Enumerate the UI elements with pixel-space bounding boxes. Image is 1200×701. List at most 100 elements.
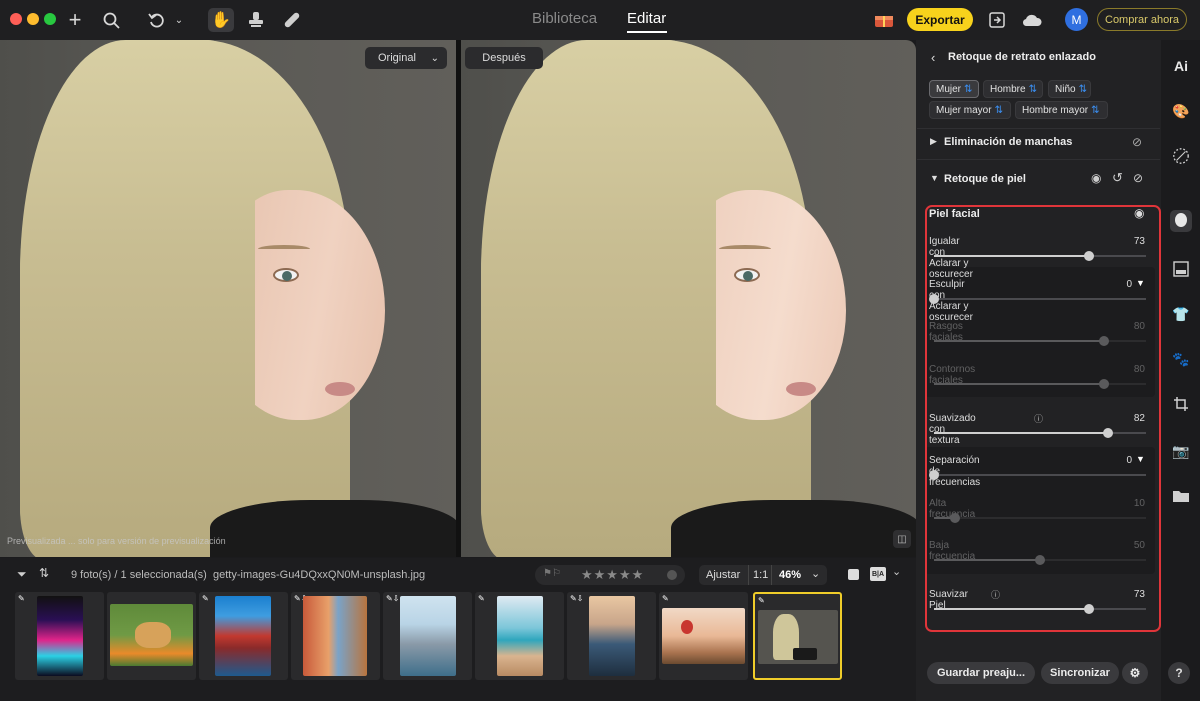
collapse-triangle-icon[interactable]: ▼ — [930, 173, 939, 183]
section-divider — [917, 128, 1160, 129]
preview-note: Previsualizada ... solo para versión de … — [7, 536, 226, 546]
preset-chip[interactable]: Niño ⇅ — [1048, 80, 1091, 98]
camera-icon[interactable]: 📷 — [1170, 440, 1192, 462]
eye-icon[interactable]: ◉ — [1091, 171, 1101, 185]
help-button[interactable]: ? — [1168, 662, 1190, 684]
before-photo[interactable] — [0, 40, 456, 557]
one-to-one-button[interactable]: 1:1 — [753, 569, 768, 581]
paw-icon[interactable]: 🐾 — [1170, 348, 1192, 370]
edited-icon: ✎⇩ — [570, 594, 584, 603]
chevron-down-icon[interactable]: ⌄ — [811, 567, 820, 580]
close-window-button[interactable] — [10, 13, 22, 25]
thumbnail[interactable]: ✎ — [15, 592, 104, 680]
edited-icon: ✎⇩ — [386, 594, 400, 603]
zoom-level[interactable]: 46% — [779, 569, 801, 581]
before-after-view-icon[interactable]: B|A — [870, 567, 886, 581]
export-button[interactable]: Exportar — [907, 8, 973, 31]
undo-icon[interactable] — [146, 8, 168, 32]
fit-button[interactable]: Ajustar — [706, 569, 740, 581]
swap-icon: ⇅ — [1091, 104, 1100, 116]
rating-bar: ⚑⚐ ★★★★★ — [535, 565, 685, 585]
after-label: Después — [465, 47, 543, 69]
single-view-icon[interactable] — [848, 569, 859, 580]
stamp-tool-icon[interactable] — [244, 8, 268, 32]
shirt-icon[interactable]: 👕 — [1170, 303, 1192, 325]
tab-editar[interactable]: Editar — [627, 10, 666, 27]
edited-icon: ✎ — [202, 594, 209, 603]
edited-icon: ✎ — [18, 594, 25, 603]
sync-settings-gear-icon[interactable]: ⚙ — [1122, 662, 1148, 684]
preset-chip[interactable]: Hombre mayor ⇅ — [1015, 101, 1108, 119]
sync-button[interactable]: Sincronizar — [1041, 662, 1119, 684]
tool-rail: Ai 🎨 👕 🐾 📷 — [1161, 40, 1200, 701]
star-rating[interactable]: ★★★★★ — [581, 567, 644, 583]
hand-tool-icon[interactable]: ✋ — [208, 8, 234, 32]
edited-icon: ✎ — [478, 594, 485, 603]
minimize-window-button[interactable] — [27, 13, 39, 25]
eraser-icon[interactable]: ⊘ — [1132, 135, 1142, 149]
ai-icon[interactable]: Ai — [1170, 55, 1192, 77]
maximize-window-button[interactable] — [44, 13, 56, 25]
before-view-select[interactable]: Original ⌄ — [365, 47, 447, 69]
export-panel-icon[interactable] — [986, 8, 1008, 32]
cloud-icon[interactable] — [1020, 8, 1044, 32]
swap-icon: ⇅ — [994, 104, 1003, 116]
thumbnail[interactable]: ✎⇩ — [567, 592, 656, 680]
swap-icon: ⇅ — [1028, 83, 1037, 95]
title-bar: + ⌄ ✋ Biblioteca Editar Exportar M Compr… — [0, 0, 1200, 40]
eraser-icon[interactable]: ⊘ — [1133, 171, 1143, 185]
palette-icon[interactable]: 🎨 — [1170, 100, 1192, 122]
gift-icon[interactable] — [872, 8, 896, 32]
thumbnail[interactable] — [107, 592, 196, 680]
reset-icon[interactable]: ↺ — [1112, 170, 1123, 186]
back-chevron-icon[interactable]: ‹ — [931, 50, 935, 65]
thumbnail[interactable]: ✎⇩ — [291, 592, 380, 680]
filter-icon[interactable]: ⏷ — [17, 567, 27, 582]
preset-chip[interactable]: Mujer ⇅ — [929, 80, 979, 98]
flag-icon[interactable]: ⚑⚐ — [543, 568, 561, 579]
filename: getty-images-Gu4DQxxQN0M-unsplash.jpg — [213, 569, 426, 581]
search-icon[interactable] — [100, 8, 122, 32]
avatar[interactable]: M — [1065, 8, 1088, 31]
panel-title: Retoque de retrato enlazado — [948, 51, 1096, 63]
section-blemish-removal[interactable]: Eliminación de manchas — [944, 136, 1072, 148]
save-preset-button[interactable]: Guardar preaju... — [927, 662, 1035, 684]
sort-icon[interactable]: ⇅ — [39, 566, 49, 580]
color-label-icon[interactable] — [667, 570, 677, 580]
buy-now-button[interactable]: Comprar ahora — [1097, 8, 1187, 31]
section-skin-retouch[interactable]: Retoque de piel — [944, 173, 1026, 185]
highlight-annotation-box — [925, 205, 1161, 632]
thumbnail-selected[interactable]: ✎ — [753, 592, 842, 680]
add-icon[interactable]: + — [64, 7, 86, 32]
chevron-down-icon[interactable]: ⌄ — [172, 8, 186, 32]
portrait-face-icon[interactable] — [1170, 210, 1192, 232]
swap-icon: ⇅ — [964, 83, 973, 95]
preset-chip[interactable]: Hombre ⇅ — [983, 80, 1043, 98]
thumbnail[interactable]: ✎ — [199, 592, 288, 680]
thumbnail[interactable]: ✎ — [475, 592, 564, 680]
preset-chip[interactable]: Mujer mayor ⇅ — [929, 101, 1011, 119]
tab-biblioteca[interactable]: Biblioteca — [532, 10, 597, 27]
gradient-grid-icon[interactable] — [1170, 258, 1192, 280]
texture-icon[interactable] — [1170, 145, 1192, 167]
after-photo[interactable] — [461, 40, 916, 557]
zoom-controls: Ajustar 1:1 46% ⌄ — [699, 565, 827, 585]
compare-view-icon[interactable]: ◫ — [893, 530, 911, 548]
expand-triangle-icon[interactable]: ▶ — [930, 136, 937, 147]
edited-icon: ✎ — [662, 594, 669, 603]
chip-label: Mujer mayor — [936, 104, 992, 116]
thumbnail[interactable]: ✎⇩ — [383, 592, 472, 680]
chip-label: Hombre — [990, 83, 1026, 95]
chip-label: Hombre mayor — [1022, 104, 1089, 116]
chevron-down-icon: ⌄ — [430, 52, 439, 64]
chip-label: Mujer — [936, 83, 962, 95]
crop-icon[interactable] — [1170, 393, 1192, 415]
active-tab-underline — [627, 31, 667, 33]
thumbnail[interactable]: ✎ — [659, 592, 748, 680]
chevron-down-icon[interactable]: ⌄ — [892, 565, 901, 578]
folder-settings-icon[interactable] — [1170, 485, 1192, 507]
bandage-tool-icon[interactable] — [280, 8, 304, 32]
before-view-label: Original — [378, 52, 416, 64]
section-divider — [917, 159, 1160, 160]
app-window: + ⌄ ✋ Biblioteca Editar Exportar M Compr… — [0, 0, 1200, 701]
